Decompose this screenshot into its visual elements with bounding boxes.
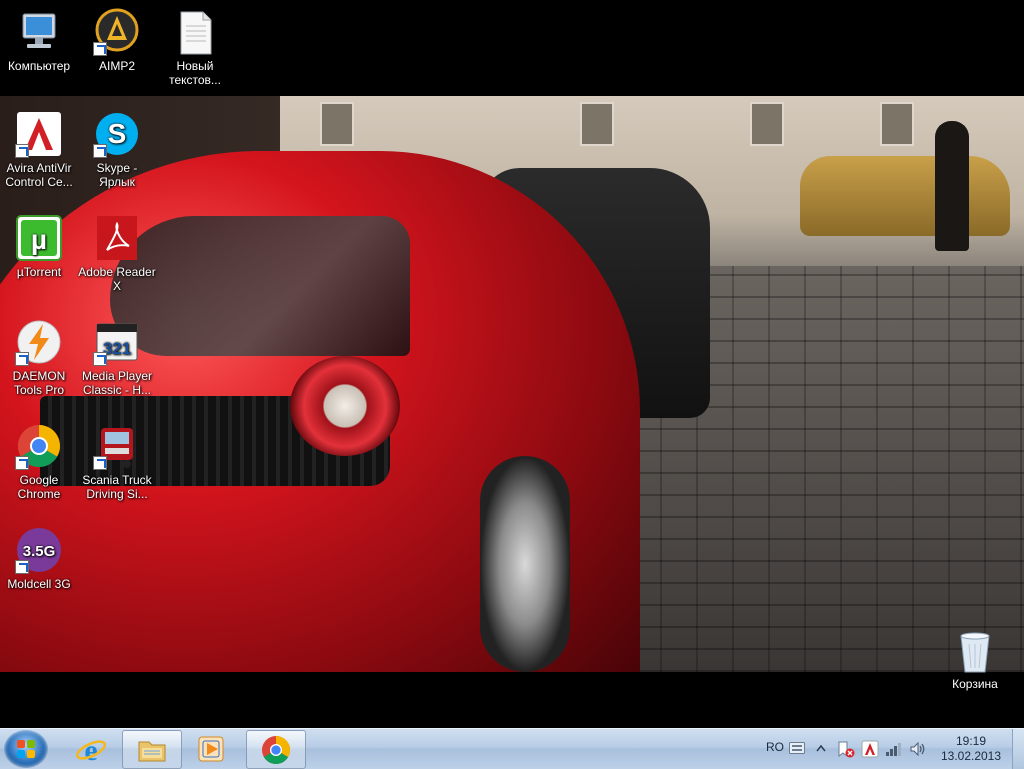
show-hidden-icons-chevron-icon[interactable]	[815, 743, 827, 753]
desktop-icon-moldcell[interactable]: 3.5G Moldcell 3G	[0, 526, 78, 591]
desktop-icon-avira[interactable]: Avira AntiVir Control Ce...	[0, 110, 78, 189]
wallpaper-person	[935, 121, 969, 251]
volume-icon[interactable]	[909, 741, 927, 757]
language-indicator[interactable]: RO	[766, 740, 784, 754]
utorrent-icon: µ	[15, 214, 63, 262]
shortcut-arrow-icon	[15, 144, 29, 158]
avira-icon	[15, 110, 63, 158]
svg-text:e: e	[84, 734, 97, 765]
show-desktop-button[interactable]	[1012, 729, 1024, 769]
desktop-icon-label: Компьютер	[7, 59, 71, 73]
desktop-icon-label: Media Player Classic - H...	[81, 369, 153, 397]
taskbar: e RO 19:19 13.02.2013	[0, 728, 1024, 769]
wallpaper-wheel	[480, 456, 570, 672]
shortcut-arrow-icon	[15, 560, 29, 574]
moldcell-icon: 3.5G	[15, 526, 63, 574]
desktop-icon-label: Avira AntiVir Control Ce...	[5, 161, 73, 189]
clock-time: 19:19	[955, 734, 987, 748]
recycle-bin-icon	[955, 630, 995, 674]
adobe-reader-icon	[93, 214, 141, 262]
media-player-icon	[198, 736, 224, 762]
shortcut-arrow-icon	[93, 352, 107, 366]
desktop-icon-label: AIMP2	[98, 59, 135, 73]
media-player-classic-icon: 321	[93, 318, 141, 366]
desktop-icon-new-text-document[interactable]: Новый текстов...	[156, 8, 234, 87]
desktop-icon-label: Корзина	[952, 677, 998, 691]
wallpaper-yellow-car	[800, 156, 1010, 236]
start-button[interactable]	[4, 730, 48, 768]
taskbar-google-chrome[interactable]	[246, 730, 306, 769]
taskbar-internet-explorer[interactable]: e	[62, 730, 120, 767]
wallpaper-window	[580, 102, 614, 146]
desktop-icon-label: Scania Truck Driving Si...	[82, 473, 152, 501]
desktop-icon-label: Moldcell 3G	[7, 577, 71, 591]
desktop-icon-skype[interactable]: S Skype - Ярлык	[78, 110, 156, 189]
desktop-icon-scania-truck[interactable]: Scania Truck Driving Si...	[78, 422, 156, 501]
wallpaper-taillight	[290, 356, 400, 456]
desktop-icon-utorrent[interactable]: µ µTorrent	[0, 214, 78, 279]
desktop-icon-label: Skype - Ярлык	[96, 161, 138, 189]
desktop-icon-adobe-reader[interactable]: Adobe Reader X	[78, 214, 156, 293]
moldcell-badge: 3.5G	[23, 543, 56, 560]
system-clock[interactable]: 19:19 13.02.2013	[930, 734, 1012, 764]
desktop-icon-label: Новый текстов...	[169, 59, 221, 87]
taskbar-windows-explorer[interactable]	[122, 730, 182, 769]
shortcut-arrow-icon	[15, 456, 29, 470]
svg-text:S: S	[108, 118, 127, 149]
desktop-icon-label: DAEMON Tools Pro	[12, 369, 66, 397]
computer-icon	[15, 8, 63, 56]
chrome-icon	[262, 736, 291, 765]
taskbar-media-player[interactable]	[182, 730, 240, 767]
desktop-icon-aimp2[interactable]: AIMP2	[78, 8, 156, 73]
skype-icon: S	[93, 110, 141, 158]
scania-truck-icon	[93, 422, 141, 470]
shortcut-arrow-icon	[15, 352, 29, 366]
desktop-icon-label: Google Chrome	[17, 473, 61, 501]
wallpaper-window	[750, 102, 784, 146]
action-center-icon[interactable]	[837, 740, 855, 758]
daemon-tools-icon	[15, 318, 63, 366]
text-document-icon	[171, 8, 219, 56]
shortcut-arrow-icon	[93, 144, 107, 158]
desktop-icon-google-chrome[interactable]: Google Chrome	[0, 422, 78, 501]
desktop-icon-media-player-classic[interactable]: 321 Media Player Classic - H...	[78, 318, 156, 397]
keyboard-icon[interactable]	[789, 742, 805, 754]
chrome-icon	[15, 422, 63, 470]
shortcut-arrow-icon	[93, 42, 107, 56]
avira-tray-icon[interactable]	[861, 740, 879, 758]
aimp2-icon	[93, 8, 141, 56]
desktop-icon-label: Adobe Reader X	[78, 265, 156, 293]
wallpaper-window	[880, 102, 914, 146]
utorrent-glyph: µ	[31, 224, 47, 255]
shortcut-arrow-icon	[93, 456, 107, 470]
windows-logo-icon	[17, 740, 35, 758]
desktop-icon-recycle-bin[interactable]: Корзина	[936, 630, 1014, 691]
ie-icon: e	[75, 734, 107, 765]
desktop-icon-computer[interactable]: Компьютер	[0, 8, 78, 73]
folder-icon	[138, 741, 166, 762]
desktop-icon-label: µTorrent	[16, 265, 62, 279]
clock-date: 13.02.2013	[940, 749, 1002, 763]
mpc-badge: 321	[103, 339, 131, 358]
wallpaper-window	[320, 102, 354, 146]
desktop-icon-daemon-tools[interactable]: DAEMON Tools Pro	[0, 318, 78, 397]
network-signal-icon[interactable]	[885, 741, 903, 757]
